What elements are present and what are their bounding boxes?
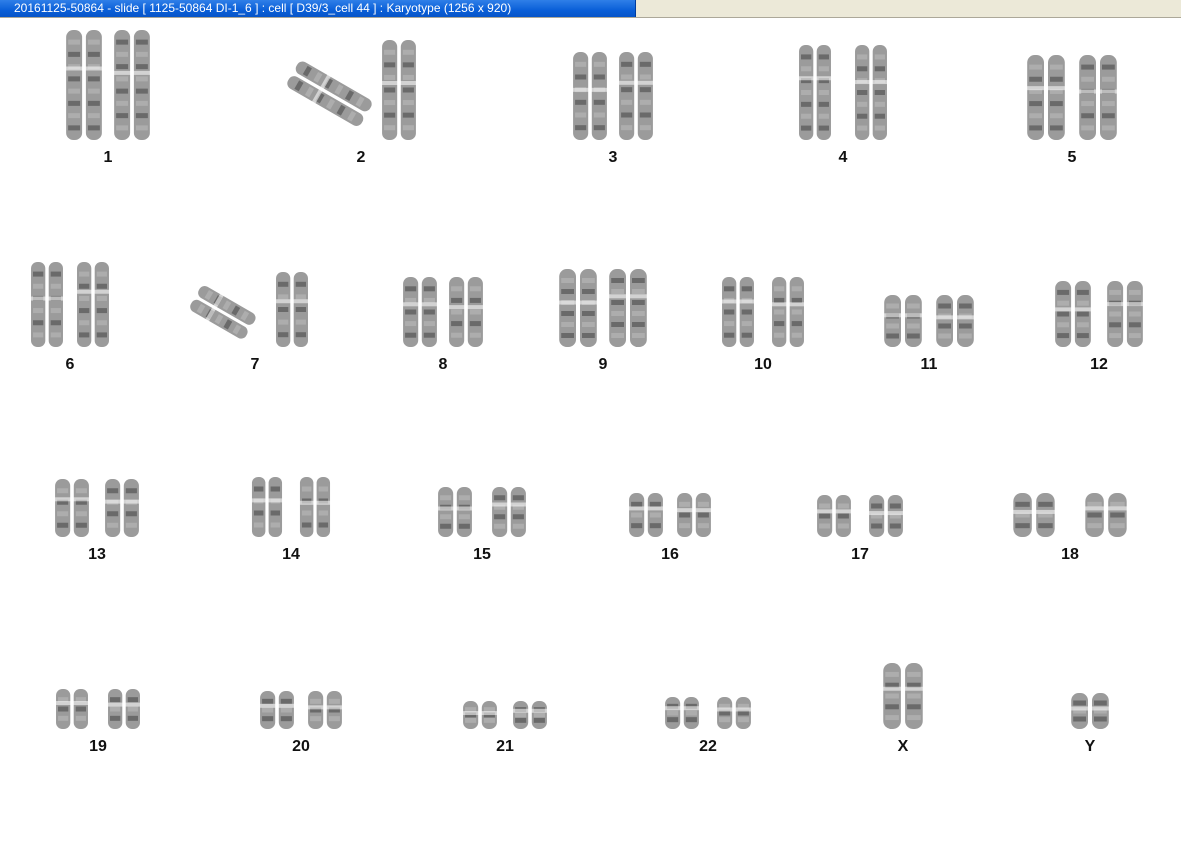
chromosome-label: 21 [496,738,514,755]
chromosome-pair-image [572,52,654,140]
chromosome-label: 7 [250,356,260,373]
chromosome-label: 22 [699,738,717,755]
chromosome-left [558,269,598,347]
chromosome-pair-image [259,691,343,729]
chromosome-right [1106,281,1144,347]
chromosome-pair-image [437,487,527,537]
chromosome-left [721,277,755,347]
chromosome-label: 20 [292,738,310,755]
chromosome-label: 16 [661,546,679,563]
chromosome-pair-image [462,701,548,729]
chromosome-pair-image [816,495,904,537]
chromosome-left [190,286,256,339]
chromosome-left [798,45,832,140]
chromosome-left [572,52,608,140]
chromosome [1070,693,1110,729]
chromosome-left [816,495,852,537]
chromosome-right [275,272,309,347]
chromosome-left [30,262,64,347]
chromosome-right [676,493,712,537]
chromosome-left [65,30,103,140]
chromosome-label: 12 [1090,356,1108,373]
chromosome-label: 19 [89,738,107,755]
window-title[interactable]: 20161125-50864 - slide [ 1125-50864 DI-1… [0,0,636,17]
chromosome-label: 4 [838,149,848,166]
chromosome-left [259,691,295,729]
chromosome-pair-image [1012,493,1128,537]
chromosome-pair-image [54,479,140,537]
chromosome-label: 6 [65,356,75,373]
chromosome-right [716,697,752,729]
chromosome-right [618,52,654,140]
chromosome-left [437,487,473,537]
chromosome-right [381,40,417,140]
chromosome-label: 5 [1067,149,1077,166]
chromosome-pair-image [664,697,752,729]
chromosome-pair-image [1054,281,1144,347]
chromosome-right [113,30,151,140]
chromosome-left [1012,493,1056,537]
chromosome-right [608,269,648,347]
chromosome [882,663,924,729]
chromosome-label: X [897,738,909,755]
chromosome-right [1084,493,1128,537]
chromosome-pair-image [190,272,309,347]
chromosome-label: 10 [754,356,772,373]
chromosome-left [287,61,372,126]
chromosome-right [76,262,110,347]
chromosome-label: 17 [851,546,869,563]
chromosome-pair-image [798,45,888,140]
chromosome-label: Y [1084,738,1096,755]
chromosome-right [1078,55,1118,140]
chromosome-pair-image [628,493,712,537]
chromosome-left [54,479,90,537]
chromosome-left [402,277,438,347]
chromosome-label: 11 [920,356,938,373]
chromosome-left [1054,281,1092,347]
chromosome-right [868,495,904,537]
chromosome-right [771,277,805,347]
chromosome-right [307,691,343,729]
chromosome-bent-wrapper [190,286,256,339]
chromosome-right [854,45,888,140]
chromosome-pair-image [882,663,924,729]
chromosome-right [107,689,141,729]
chromosome-right [299,477,331,537]
chromosome-pair-image [1070,693,1110,729]
chromosome-label: 1 [103,149,113,166]
chromosome-label: 15 [473,546,491,563]
chromosome-right [935,295,975,347]
chromosome-label: 13 [88,546,106,563]
chromosome-left [55,689,89,729]
chromosome-label: 2 [356,149,366,166]
chromosome-pair-image [65,30,151,140]
chromosome-pair-image [30,262,110,347]
karyotype-canvas: 1 2 3 4 5 6 7 8 9 10 11 12 13 14 15 16 17 18 19 20 21 22 X Y [0,19,1181,862]
chromosome-right [104,479,140,537]
chromosome-pair-image [55,689,141,729]
chromosome-pair-image [1026,55,1118,140]
chromosome-pair-image [251,477,331,537]
chromosome-left [1026,55,1066,140]
chromosome-left [883,295,923,347]
chromosome-left [462,701,498,729]
chromosome-label: 14 [282,546,300,563]
chromosome-pair-image [287,40,417,140]
window-titlebar: 20161125-50864 - slide [ 1125-50864 DI-1… [0,0,1181,18]
chromosome-label: 9 [598,356,608,373]
chromosome-right [491,487,527,537]
chromosome-left [664,697,700,729]
chromosome-label: 18 [1061,546,1079,563]
chromosome-left [251,477,283,537]
chromosome-left [628,493,664,537]
chromosome-right [448,277,484,347]
chromosome-right [512,701,548,729]
chromosome-label: 8 [438,356,448,373]
chromosome-bent-wrapper [287,61,372,126]
chromosome-label: 3 [608,149,618,166]
